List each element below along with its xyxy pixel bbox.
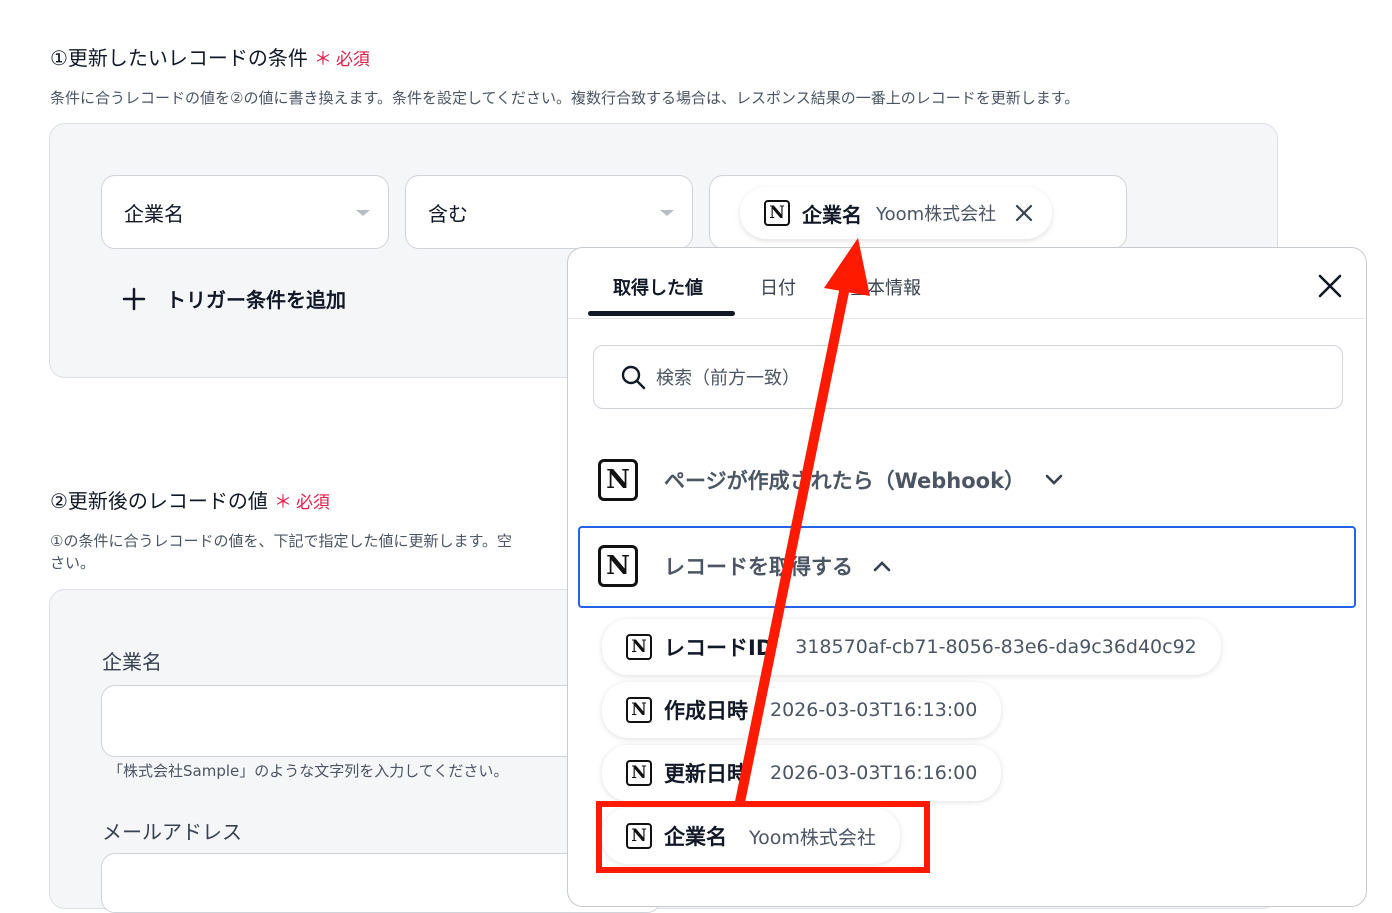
dropdown-caret-icon <box>660 210 674 216</box>
value-input[interactable]: N 企業名 Yoom株式会社 <box>709 175 1127 249</box>
chevron-up-icon <box>873 561 891 572</box>
plus-icon <box>122 287 146 310</box>
list-item-updated-at[interactable]: N 更新日時 2026-03-03T16:16:00 <box>602 745 1002 801</box>
chip-remove-icon[interactable] <box>1014 203 1034 223</box>
notion-icon: N <box>626 634 652 660</box>
field-label-email: メールアドレス <box>102 820 242 844</box>
list-item-created-at[interactable]: N 作成日時 2026-03-03T16:13:00 <box>602 682 1002 738</box>
notion-icon: N <box>764 200 790 226</box>
operator-select[interactable]: 含む <box>405 175 693 249</box>
section1-title: ①更新したいレコードの条件＊必須 <box>50 46 370 70</box>
required-label: 必須 <box>295 493 330 513</box>
tab-divider <box>568 318 1366 319</box>
value-chip[interactable]: N 企業名 Yoom株式会社 <box>740 187 1053 239</box>
add-trigger-button[interactable]: トリガー条件を追加 <box>122 284 346 313</box>
close-icon[interactable] <box>1316 272 1344 300</box>
field-select[interactable]: 企業名 <box>101 175 389 249</box>
section1-description: 条件に合うレコードの値を②の値に書き換えます。条件を設定してください。複数行合致… <box>50 89 1080 107</box>
notion-icon: N <box>598 459 638 501</box>
section2-title: ②更新後のレコードの値＊必須 <box>50 489 330 513</box>
tab-basic-info[interactable]: 基本情報 <box>849 274 921 300</box>
required-star: ＊ <box>313 49 332 70</box>
notion-icon: N <box>626 697 652 723</box>
group-page-created-webhook[interactable]: N ページが作成されたら（Webhook） <box>598 459 1063 501</box>
search-icon <box>621 365 646 390</box>
tab-date[interactable]: 日付 <box>760 274 796 300</box>
required-label: 必須 <box>335 50 370 70</box>
dropdown-caret-icon <box>356 210 370 216</box>
tab-acquired-values[interactable]: 取得した値 <box>613 274 703 300</box>
active-tab-indicator <box>588 311 735 316</box>
chip-name: 企業名 <box>802 202 862 227</box>
list-item-record-id[interactable]: N レコードID 318570af-cb71-8056-83e6-da9c36d… <box>602 619 1221 675</box>
group-get-record[interactable]: N レコードを取得する <box>598 545 891 587</box>
search-input[interactable]: 検索（前方一致） <box>593 345 1343 409</box>
notion-icon: N <box>626 760 652 786</box>
annotation-highlight-box <box>596 801 930 873</box>
field-label-company: 企業名 <box>102 650 162 674</box>
company-name-hint: 「株式会社Sample」のような文字列を入力してください。 <box>108 762 509 780</box>
chevron-down-icon <box>1045 474 1063 485</box>
required-star: ＊ <box>273 492 292 513</box>
section2-description: ①の条件に合うレコードの値を、下記で指定した値に更新します。空 さい。 <box>50 532 512 572</box>
chip-value: Yoom株式会社 <box>876 204 997 225</box>
notion-icon: N <box>598 545 638 587</box>
